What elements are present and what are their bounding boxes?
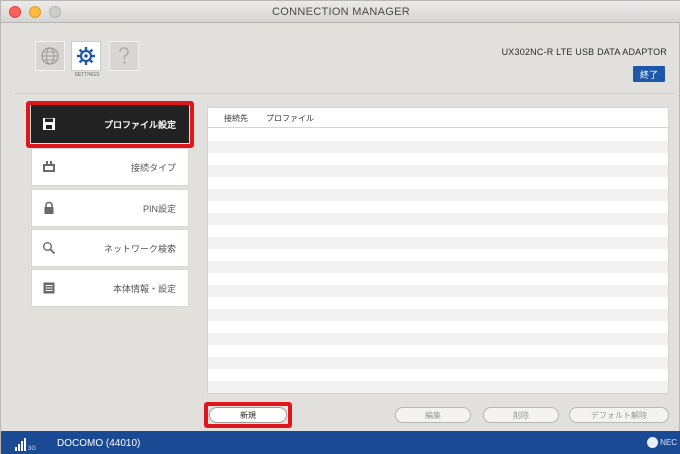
clear-default-button[interactable]: デフォルト解除 (569, 407, 669, 423)
edit-button[interactable]: 編集 (395, 407, 471, 423)
sidebar-item-label: 接続タイプ (130, 162, 176, 173)
table-row[interactable] (208, 297, 668, 309)
lock-icon (44, 201, 54, 214)
table-row[interactable] (208, 237, 668, 249)
table-row[interactable] (208, 129, 668, 141)
table-row[interactable] (208, 141, 668, 153)
sidebar-item-label: 本体情報・設定 (112, 283, 176, 294)
column-header-profile: プロファイル (266, 114, 314, 123)
connection-type-icon (43, 161, 55, 172)
title-bar: CONNECTION MANAGER (1, 1, 680, 23)
table-row[interactable] (208, 333, 668, 345)
carrier-label: DOCOMO (44010) (57, 438, 141, 449)
search-icon (43, 242, 56, 255)
sidebar-item-label: ネットワーク検索 (103, 243, 176, 254)
table-row[interactable] (208, 165, 668, 177)
sidebar-item-label: PIN設定 (142, 203, 176, 214)
sidebar-item-connection-type[interactable]: 接続タイプ (31, 148, 189, 186)
table-row[interactable] (208, 201, 668, 213)
signal-strength-icon: 3G (15, 438, 36, 451)
highlight-outline-profile-settings (26, 101, 194, 148)
exit-button[interactable]: 終了 (633, 66, 665, 82)
table-row[interactable] (208, 153, 668, 165)
table-row[interactable] (208, 285, 668, 297)
table-row[interactable] (208, 273, 668, 285)
table-row[interactable] (208, 357, 668, 369)
nec-logo-mark (647, 437, 659, 448)
table-header: 接続先 プロファイル (208, 108, 668, 128)
sidebar-item-pin-settings[interactable]: PIN設定 (31, 189, 189, 227)
table-row[interactable] (208, 321, 668, 333)
table-row[interactable] (208, 261, 668, 273)
globe-icon[interactable] (35, 41, 65, 71)
sidebar-item-device-info[interactable]: 本体情報・設定 (31, 269, 189, 307)
table-row[interactable] (208, 381, 668, 393)
gear-caption: SETTINGS (74, 72, 100, 78)
table-row[interactable] (208, 213, 668, 225)
status-bar: 3G DOCOMO (44010) NEC (1, 431, 680, 454)
window-title: CONNECTION MANAGER (271, 6, 411, 18)
highlight-outline-new-button (204, 402, 292, 428)
header-divider (15, 93, 675, 94)
table-row[interactable] (208, 309, 668, 321)
profile-table[interactable]: 接続先 プロファイル (207, 107, 669, 394)
table-row[interactable] (208, 189, 668, 201)
help-icon[interactable] (109, 41, 139, 71)
table-row[interactable] (208, 225, 668, 237)
gear-icon[interactable] (71, 41, 101, 71)
brand-label: NEC (660, 438, 677, 447)
info-list-icon (43, 282, 55, 294)
table-row[interactable] (208, 249, 668, 261)
sidebar-item-network-search[interactable]: ネットワーク検索 (31, 229, 189, 267)
device-name: UX302NC-R LTE USB DATA ADAPTOR (501, 47, 667, 57)
table-row[interactable] (208, 369, 668, 381)
table-row[interactable] (208, 177, 668, 189)
network-type-label: 3G (28, 446, 36, 451)
delete-button[interactable]: 削除 (483, 407, 559, 423)
table-row[interactable] (208, 345, 668, 357)
app-window: CONNECTION MANAGER SETTINGS UX302NC-R LT… (0, 0, 680, 454)
column-header-destination: 接続先 (224, 114, 248, 123)
nec-logo: NEC (647, 437, 677, 448)
